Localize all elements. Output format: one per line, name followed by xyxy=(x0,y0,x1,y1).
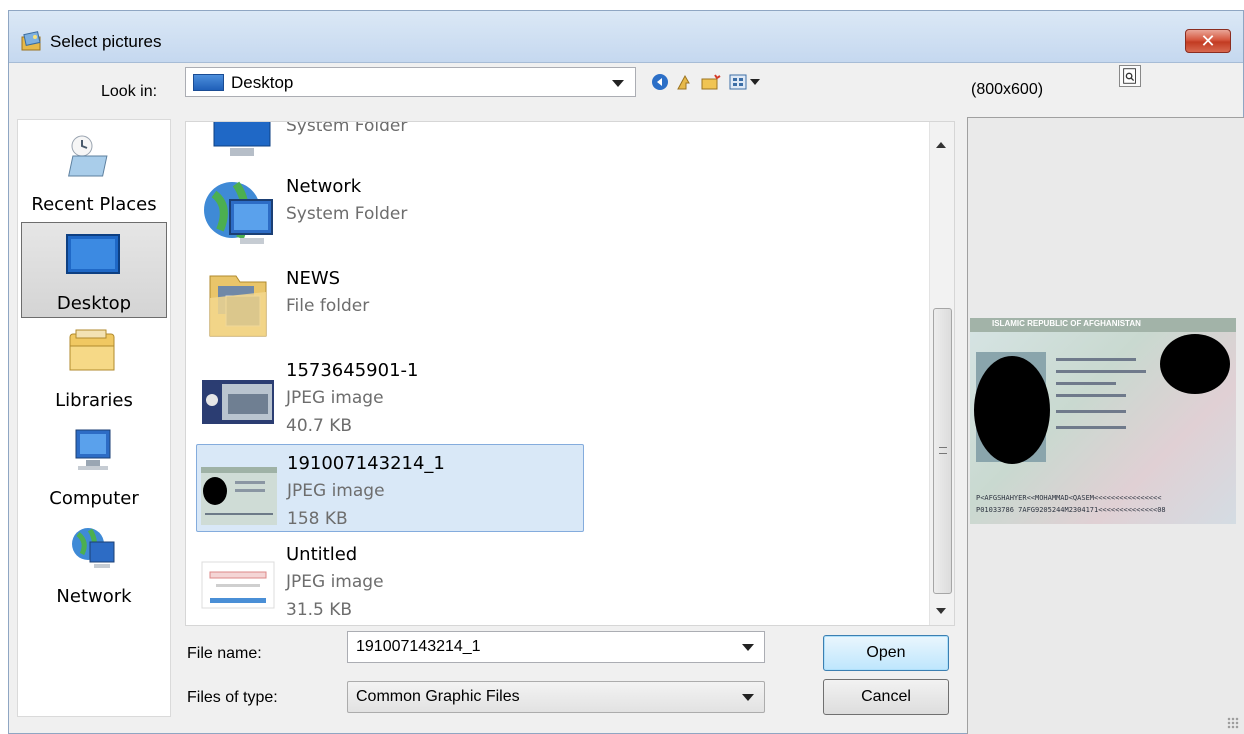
passport-text-line xyxy=(1056,426,1126,429)
passport-text-line xyxy=(1056,358,1136,361)
scroll-thumb[interactable] xyxy=(933,308,952,594)
open-button[interactable]: Open xyxy=(823,635,949,671)
redaction-blob xyxy=(1160,334,1230,394)
view-menu-icon[interactable] xyxy=(729,73,763,91)
computer-icon xyxy=(75,429,111,470)
file-type: File folder xyxy=(286,296,370,316)
system-folder-icon xyxy=(213,122,271,156)
back-icon[interactable] xyxy=(651,73,671,91)
file-name: 1573645901-1 xyxy=(286,360,419,381)
list-item[interactable]: Untitled JPEG image 31.5 KB xyxy=(196,536,584,624)
libraries-icon xyxy=(69,329,115,371)
file-name: NEWS xyxy=(286,268,341,289)
folder-icon xyxy=(209,275,267,337)
title-bar[interactable]: Select pictures ✕ xyxy=(9,11,1243,63)
place-label: Recent Places xyxy=(31,194,157,215)
dialog-title: Select pictures xyxy=(50,32,162,51)
desktop-folder-icon xyxy=(193,74,224,91)
list-item[interactable]: Network System Folder xyxy=(196,168,584,256)
lookin-dropdown[interactable]: Desktop xyxy=(185,67,636,97)
passport-mrz-line-2: P01033786 7AFG9205244M2304171<<<<<<<<<<<… xyxy=(976,506,1166,514)
places-bar: Recent Places Desktop Libraries Computer… xyxy=(17,119,171,717)
image-thumbnail xyxy=(201,467,277,525)
chevron-down-icon xyxy=(742,694,754,701)
place-label: Network xyxy=(56,586,132,607)
pictures-app-icon xyxy=(21,31,41,51)
place-computer[interactable]: Computer xyxy=(21,418,167,514)
place-label: Libraries xyxy=(55,390,133,411)
passport-header-text: ISLAMIC REPUBLIC OF AFGHANISTAN xyxy=(992,319,1141,328)
list-item[interactable]: NEWS File folder xyxy=(196,260,584,348)
preview-zoom-icon[interactable] xyxy=(1119,65,1141,87)
close-button[interactable]: ✕ xyxy=(1185,29,1231,53)
file-name: Untitled xyxy=(286,544,358,565)
scroll-up-icon[interactable] xyxy=(936,142,946,148)
file-size: 40.7 KB xyxy=(286,416,353,436)
resize-grip-icon[interactable] xyxy=(1227,717,1239,729)
grip-icon xyxy=(939,447,947,454)
recent-places-icon xyxy=(68,135,108,177)
lookin-label: Look in: xyxy=(101,83,158,100)
passport-text-line xyxy=(1056,410,1126,413)
cancel-button[interactable]: Cancel xyxy=(823,679,949,715)
filename-value: 191007143214_1 xyxy=(356,638,481,655)
desktop-icon xyxy=(66,234,120,274)
filetype-label: Files of type: xyxy=(187,689,278,706)
chevron-down-icon xyxy=(612,80,624,87)
filename-field[interactable]: 191007143214_1 xyxy=(347,631,765,663)
filetype-value: Common Graphic Files xyxy=(356,688,520,705)
vertical-scrollbar[interactable] xyxy=(929,122,954,625)
network-icon xyxy=(72,528,115,568)
image-thumbnail xyxy=(201,561,275,609)
file-size: 158 KB xyxy=(287,509,348,529)
preview-size-label: (800x600) xyxy=(971,81,1044,98)
passport-text-line xyxy=(1056,382,1116,385)
file-name: Network xyxy=(286,176,362,197)
new-folder-icon[interactable] xyxy=(701,73,721,91)
file-type: System Folder xyxy=(286,121,408,136)
preview-image: ISLAMIC REPUBLIC OF AFGHANISTAN P<AFGSHA… xyxy=(970,318,1236,524)
dialog-window: Select pictures ✕ Look in: Desktop Recen… xyxy=(8,10,1244,734)
chevron-down-icon[interactable] xyxy=(742,644,754,651)
place-label: Computer xyxy=(49,488,139,509)
redaction-blob xyxy=(974,356,1050,464)
filename-label: File name: xyxy=(187,645,262,662)
file-type: JPEG image xyxy=(286,388,384,408)
passport-text-line xyxy=(1056,370,1146,373)
up-folder-icon[interactable] xyxy=(675,73,695,91)
place-label: Desktop xyxy=(56,293,132,314)
file-type: JPEG image xyxy=(286,572,384,592)
list-item-selected[interactable]: 191007143214_1 JPEG image 158 KB xyxy=(196,444,584,532)
list-item[interactable]: 1573645901-1 JPEG image 40.7 KB xyxy=(196,352,584,440)
network-folder-icon xyxy=(204,181,273,244)
file-size: 31.5 KB xyxy=(286,600,353,620)
file-type: JPEG image xyxy=(287,481,385,501)
place-libraries[interactable]: Libraries xyxy=(21,320,167,416)
file-list[interactable]: System Folder Network System Folder NEWS… xyxy=(185,121,955,626)
list-item[interactable]: System Folder xyxy=(196,121,584,168)
lookin-value: Desktop xyxy=(231,73,294,92)
passport-header-band: ISLAMIC REPUBLIC OF AFGHANISTAN xyxy=(970,318,1236,332)
place-recent-places[interactable]: Recent Places xyxy=(21,124,167,220)
image-thumbnail xyxy=(202,380,274,424)
file-name: 191007143214_1 xyxy=(287,453,445,474)
scroll-down-icon[interactable] xyxy=(936,608,946,614)
passport-mrz-line-1: P<AFGSHAHYER<<MOHAMMAD<QASEM<<<<<<<<<<<<… xyxy=(976,494,1162,502)
place-network[interactable]: Network xyxy=(21,516,167,612)
filetype-select[interactable]: Common Graphic Files xyxy=(347,681,765,713)
preview-panel: ISLAMIC REPUBLIC OF AFGHANISTAN P<AFGSHA… xyxy=(967,117,1244,734)
place-desktop[interactable]: Desktop xyxy=(21,222,167,318)
passport-text-line xyxy=(1056,394,1126,397)
file-type: System Folder xyxy=(286,204,408,224)
